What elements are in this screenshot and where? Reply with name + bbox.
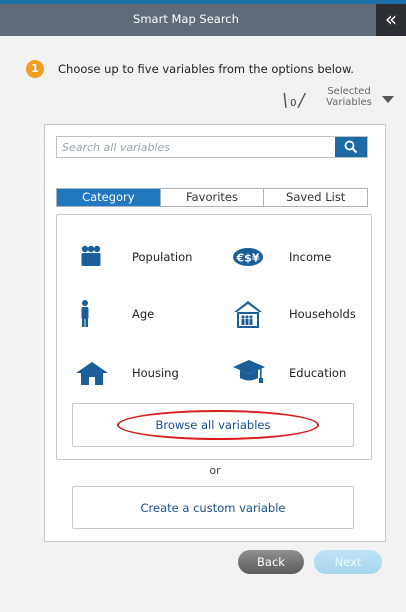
- or-separator: or: [209, 464, 221, 477]
- panel-title: Smart Map Search: [133, 12, 239, 26]
- category-education[interactable]: Education: [233, 356, 373, 392]
- next-button[interactable]: Next: [314, 550, 382, 574]
- browse-all-variables-button[interactable]: Browse all variables: [72, 403, 354, 447]
- header-bar: Smart Map Search «: [0, 0, 406, 36]
- selected-label-line1: Selected: [327, 86, 371, 97]
- step-number-badge: 1: [26, 60, 44, 78]
- income-icon: €$¥: [233, 248, 263, 266]
- category-label: Income: [289, 250, 332, 264]
- search-input[interactable]: [57, 137, 333, 157]
- age-icon: [81, 300, 89, 327]
- housing-icon: [76, 362, 108, 385]
- households-icon: [234, 301, 262, 328]
- selected-count-value: 0: [290, 98, 297, 109]
- selected-variables-label: Selected Variables: [320, 86, 378, 108]
- create-custom-variable-label: Create a custom variable: [140, 501, 286, 515]
- step-instruction-text: Choose up to five variables from the opt…: [58, 62, 354, 76]
- tab-favorites[interactable]: Favorites: [160, 189, 265, 206]
- tab-category[interactable]: Category: [57, 189, 161, 206]
- caret-down-icon: [382, 96, 394, 103]
- category-label: Age: [132, 307, 155, 321]
- category-households[interactable]: Households: [233, 297, 373, 333]
- back-button[interactable]: Back: [238, 550, 304, 574]
- category-label: Housing: [132, 366, 179, 380]
- header-accent-strip: [0, 0, 406, 4]
- variable-search: [56, 136, 368, 158]
- step-instruction: 1 Choose up to five variables from the o…: [26, 58, 406, 78]
- category-population[interactable]: Population: [76, 240, 206, 276]
- search-icon: [344, 140, 358, 154]
- population-icon: [81, 245, 101, 266]
- category-label: Population: [132, 250, 193, 264]
- selected-variables-dropdown[interactable]: \ 0/ Selected Variables: [282, 84, 402, 112]
- selected-count: \ 0/: [282, 90, 305, 111]
- search-button[interactable]: [335, 137, 367, 157]
- category-age[interactable]: Age: [76, 297, 206, 333]
- category-income[interactable]: €$¥ Income: [233, 240, 373, 276]
- selected-label-line2: Variables: [326, 97, 372, 108]
- svg-text:€$¥: €$¥: [236, 252, 260, 265]
- collapse-panel-button[interactable]: «: [376, 4, 406, 36]
- variable-tabs: Category Favorites Saved List: [56, 188, 368, 207]
- education-icon: [233, 360, 265, 383]
- category-label: Households: [289, 307, 356, 321]
- tab-saved-list[interactable]: Saved List: [264, 189, 368, 206]
- category-housing[interactable]: Housing: [76, 356, 206, 392]
- create-custom-variable-button[interactable]: Create a custom variable: [72, 486, 354, 529]
- highlight-oval: [117, 410, 319, 440]
- category-label: Education: [289, 366, 347, 380]
